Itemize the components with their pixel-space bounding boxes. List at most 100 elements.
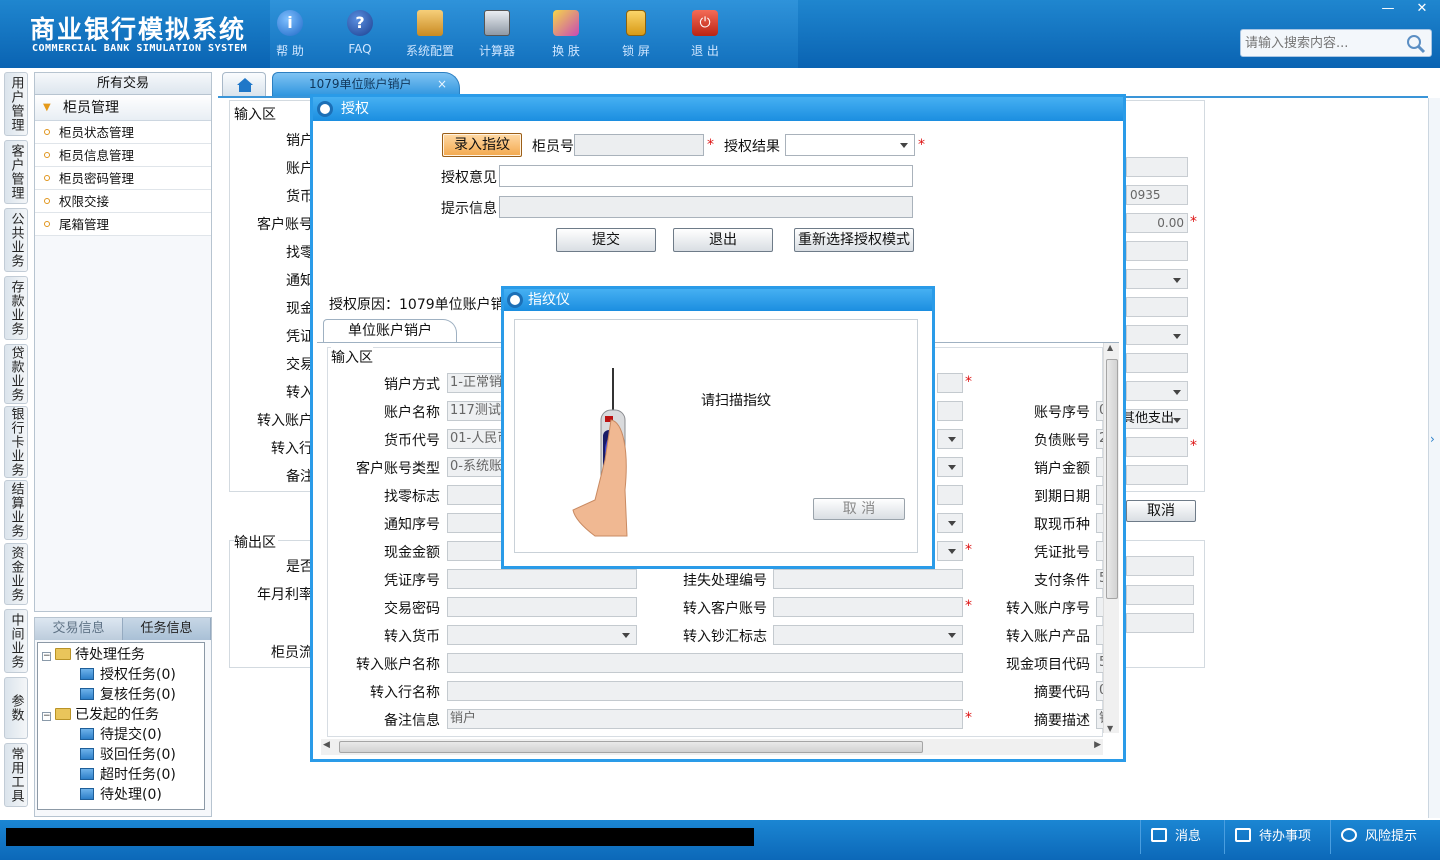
tree-node-timeout[interactable]: 超时任务(0) [80, 765, 176, 785]
scroll-down-icon[interactable]: ▼ [1107, 724, 1113, 733]
auth-result-select[interactable] [785, 134, 915, 156]
vtab-loan-business[interactable]: 贷款业务 [4, 344, 28, 404]
bg-field [1126, 465, 1188, 485]
tab-account-closing[interactable]: 1079单位账户销户 × [272, 72, 460, 96]
enter-fingerprint-button[interactable]: 录入指纹 [442, 133, 522, 157]
vtab-public-business[interactable]: 公共业务 [4, 208, 28, 272]
vtab-user-management[interactable]: 用户管理 [4, 72, 28, 136]
remarks-input[interactable]: 销户 [447, 709, 963, 729]
task-list-icon [80, 728, 94, 740]
close-window-button[interactable]: ✕ [1408, 0, 1436, 18]
transfer-customer-account-input[interactable] [773, 597, 963, 617]
collapse-icon[interactable]: − [42, 652, 51, 661]
tree-label: 超时任务(0) [100, 767, 176, 783]
scroll-up-icon[interactable]: ▲ [1107, 343, 1113, 352]
right-collapse-rail[interactable]: › [1428, 98, 1440, 818]
exit-button[interactable]: ⏻ 退 出 [675, 6, 735, 62]
opinion-label: 授权意见 [441, 170, 497, 186]
dropdown-arrow-icon [948, 633, 956, 638]
fingerprint-cancel-button[interactable]: 取 消 [813, 498, 905, 520]
fingerprint-dialog-titlebar[interactable]: 指纹仪 [504, 289, 932, 311]
tab-task-info[interactable]: 任务信息 [123, 618, 211, 640]
trade-password-input[interactable] [447, 597, 637, 617]
vtab-intermediary-business[interactable]: 中间业务 [4, 609, 28, 673]
status-label: 待办事项 [1259, 829, 1312, 844]
reselect-auth-mode-button[interactable]: 重新选择授权模式 [794, 228, 914, 252]
todo-button[interactable]: 待办事项 [1224, 820, 1324, 854]
menu-group-teller-management[interactable]: ▼ 柜员管理 [35, 95, 211, 121]
tree-node-auth-tasks[interactable]: 授权任务(0) [80, 665, 176, 685]
middle-field-partial[interactable] [937, 373, 963, 393]
menu-item-teller-info[interactable]: 柜员信息管理 [35, 144, 211, 167]
lock-button[interactable]: 锁 屏 [606, 6, 666, 62]
tree-label: 待提交(0) [100, 727, 162, 743]
auth-dialog-titlebar[interactable]: 授权 [313, 97, 1123, 121]
status-message-area [6, 828, 754, 846]
middle-field-partial[interactable] [937, 401, 963, 421]
messages-button[interactable]: 消息 [1140, 820, 1224, 854]
bullet-icon [44, 175, 50, 181]
vtab-parameters[interactable]: 参数 [4, 677, 28, 739]
faq-button[interactable]: ? FAQ [330, 6, 390, 62]
menu-item-teller-status[interactable]: 柜员状态管理 [35, 121, 211, 144]
risk-alert-button[interactable]: 风险提示 [1330, 820, 1434, 854]
vtab-fund-business[interactable]: 资金业务 [4, 543, 28, 605]
vtab-bank-card-business[interactable]: 银行卡业务 [4, 406, 28, 478]
dropdown-arrow-icon [948, 465, 956, 470]
submit-button[interactable]: 提交 [556, 228, 656, 252]
faq-label: FAQ [348, 42, 372, 56]
scroll-right-icon[interactable]: ▶ [1094, 740, 1101, 750]
menu-item-teller-password[interactable]: 柜员密码管理 [35, 167, 211, 190]
tab-transaction-info[interactable]: 交易信息 [35, 618, 123, 640]
loss-report-no-input[interactable] [773, 569, 963, 589]
help-button[interactable]: i 帮 助 [260, 6, 320, 62]
vtab-deposit-business[interactable]: 存款业务 [4, 276, 28, 340]
config-button[interactable]: 系统配置 [400, 6, 460, 62]
transfer-bank-name-input[interactable] [447, 681, 963, 701]
search-input[interactable] [1241, 30, 1401, 56]
scroll-thumb[interactable] [339, 741, 923, 753]
voucher-no-input[interactable] [447, 569, 637, 589]
vertical-scrollbar[interactable]: ▲ ▼ [1103, 343, 1119, 733]
tree-node-to-submit[interactable]: 待提交(0) [80, 725, 162, 745]
menu-item-permission-handover[interactable]: 权限交接 [35, 190, 211, 213]
close-tab-icon[interactable]: × [437, 73, 447, 95]
bg-cancel-button[interactable]: 取消 [1126, 500, 1196, 522]
vtab-settlement-business[interactable]: 结算业务 [4, 480, 28, 540]
exit-dialog-button[interactable]: 退出 [673, 228, 773, 252]
transfer-currency-select[interactable] [447, 625, 637, 645]
scroll-left-icon[interactable]: ◀ [323, 740, 330, 750]
bg-field [1126, 437, 1188, 457]
middle-select-partial[interactable] [937, 541, 963, 561]
dropdown-arrow-icon [948, 521, 956, 526]
bg-field [1126, 241, 1188, 261]
middle-select-partial[interactable] [937, 429, 963, 449]
field-label: 账户名称 [384, 405, 440, 421]
transfer-cash-flag-select[interactable] [773, 625, 963, 645]
transfer-account-name-input[interactable] [447, 653, 963, 673]
app-title: 商业银行模拟系统 [30, 15, 247, 44]
menu-item-tail-box[interactable]: 尾箱管理 [35, 213, 211, 236]
vtab-customer-management[interactable]: 客户管理 [4, 140, 28, 204]
tree-node-review-tasks[interactable]: 复核任务(0) [80, 685, 176, 705]
tree-node-rejected[interactable]: 驳回任务(0) [80, 745, 176, 765]
tree-node-to-process[interactable]: 待处理(0) [80, 785, 162, 805]
home-tab[interactable] [222, 72, 266, 96]
opinion-input[interactable] [499, 165, 913, 187]
search-icon[interactable] [1405, 33, 1427, 55]
collapse-icon[interactable]: − [42, 712, 51, 721]
teller-no-input[interactable] [574, 134, 704, 156]
vtab-common-tools[interactable]: 常用工具 [4, 743, 28, 807]
middle-select-partial[interactable] [937, 513, 963, 533]
scan-prompt: 请扫描指纹 [701, 393, 771, 409]
tree-node-initiated[interactable]: − 已发起的任务 [42, 705, 159, 725]
minimize-button[interactable]: — [1374, 0, 1402, 18]
tab-unit-account-closing[interactable]: 单位账户销户 [323, 319, 457, 343]
horizontal-scrollbar[interactable]: ◀ ▶ [321, 739, 1103, 755]
skin-button[interactable]: 换 肤 [536, 6, 596, 62]
tree-node-pending[interactable]: − 待处理任务 [42, 645, 145, 665]
middle-select-partial[interactable] [937, 457, 963, 477]
calculator-button[interactable]: 计算器 [467, 6, 527, 62]
scroll-thumb[interactable] [1106, 359, 1118, 599]
middle-field-partial[interactable] [937, 485, 963, 505]
